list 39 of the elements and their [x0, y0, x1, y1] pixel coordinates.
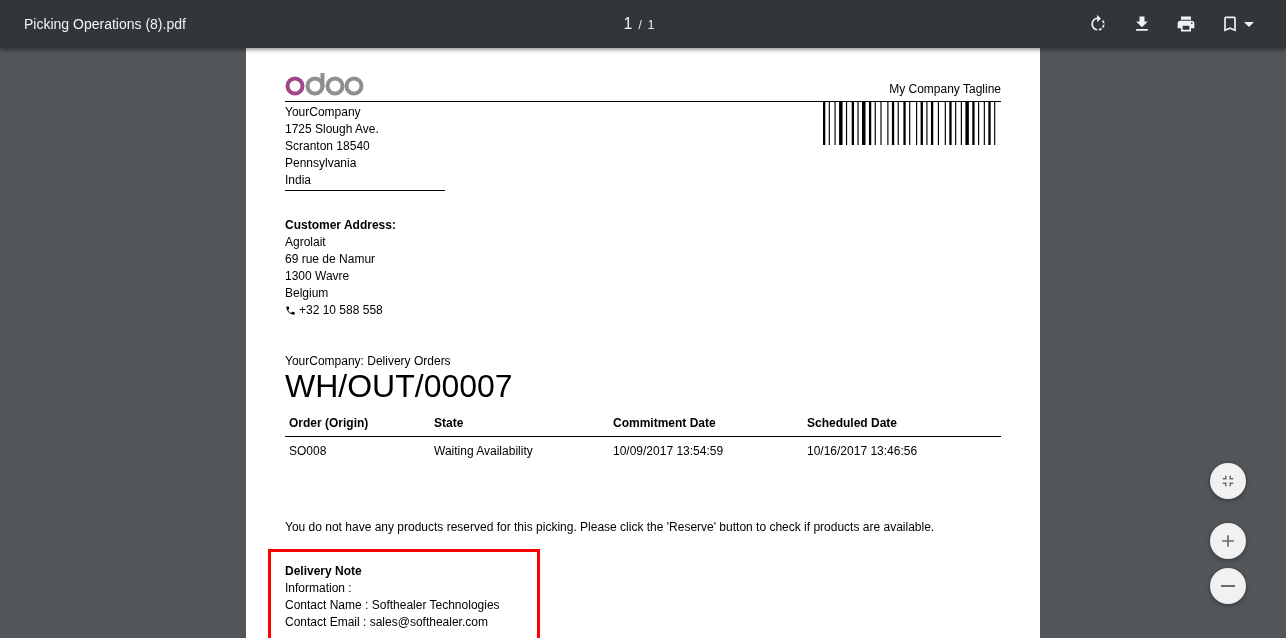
reservation-message: You do not have any products reserved for this picking. Please click the 'Reserve' button to check if products are available.: [285, 520, 936, 534]
customer-address-line: 69 rue de Namur: [285, 251, 377, 268]
picking-type: YourCompany: Delivery Orders: [285, 353, 452, 369]
delivery-note-heading: Delivery Note: [285, 563, 363, 580]
print-button[interactable]: [1176, 14, 1196, 34]
zoom-out-button[interactable]: [1210, 568, 1246, 604]
zoom-in-button[interactable]: [1210, 523, 1246, 559]
company-tagline: My Company Tagline: [889, 82, 1001, 96]
delivery-note-line: Information :: [285, 580, 353, 597]
minus-icon: [1221, 585, 1235, 587]
column-header: State: [430, 411, 609, 437]
caret-icon: [1244, 21, 1254, 27]
company-address-line: 1725 Slough Ave.: [285, 121, 380, 138]
table-cell-text: 10/16/2017 13:46:56: [806, 443, 919, 460]
file-title: Picking Operations (8).pdf: [24, 16, 187, 32]
page-number[interactable]: 1: [623, 15, 633, 33]
table-cell-text: Waiting Availability: [433, 443, 534, 460]
fit-page-button[interactable]: [1210, 463, 1246, 499]
company-address-line: YourCompany: [285, 104, 362, 121]
table-cell-text: 10/09/2017 13:54:59: [612, 443, 725, 460]
picking-reference: WH/OUT/00007: [285, 369, 514, 403]
delivery-note-line: Contact Email : sales@softhealer.com: [285, 614, 489, 631]
company-address-line: Pennsylvania: [285, 155, 358, 172]
page-count: 1: [647, 18, 655, 32]
company-address-line: Scranton 18540: [285, 138, 371, 155]
column-header: Commitment Date: [609, 411, 803, 437]
delivery-note-line: Contact Name : Softhealer Technologies: [285, 597, 501, 614]
print-icon: [1176, 14, 1196, 34]
customer-phone: +32 10 588 558: [299, 302, 383, 319]
page-separator: /: [638, 18, 642, 32]
phone-icon: [285, 305, 296, 316]
column-header: Order (Origin): [285, 411, 430, 437]
table-cell-text: SO008: [288, 443, 328, 460]
customer-address-line: Agrolait: [285, 234, 327, 251]
company-address-line: India: [285, 172, 313, 189]
customer-address-heading: Customer Address:: [285, 217, 397, 234]
column-header: Scheduled Date: [803, 411, 1001, 437]
customer-address-line: Belgium: [285, 285, 330, 302]
customer-address-line: 1300 Wavre: [285, 268, 351, 285]
